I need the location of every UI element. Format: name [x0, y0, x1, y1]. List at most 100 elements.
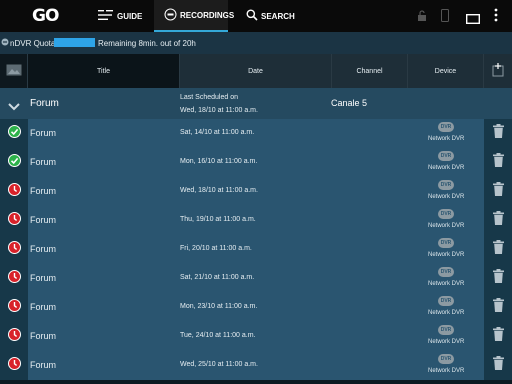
trash-icon — [492, 124, 504, 143]
dvr-icon: DVR — [438, 325, 454, 335]
device-label: Network DVR — [428, 310, 465, 316]
table-row[interactable]: Forum Sat, 21/10 at 11:00 a.m. DVR Netwo… — [0, 264, 512, 293]
recording-date: Mon, 16/10 at 11:00 a.m. — [180, 158, 258, 165]
trash-icon — [492, 240, 504, 259]
nav-recordings[interactable]: RECORDINGS — [154, 0, 234, 32]
row-main: Forum Sat, 14/10 at 11:00 a.m. DVR Netwo… — [28, 119, 484, 148]
lock-open-icon[interactable] — [417, 9, 427, 27]
status-cell — [0, 148, 28, 177]
guide-icon — [98, 9, 117, 23]
clock-icon — [7, 356, 21, 375]
series-group-header[interactable]: Forum Last Scheduled on Wed, 18/10 at 11… — [0, 88, 512, 119]
column-device[interactable]: Device — [408, 54, 484, 88]
nav-guide[interactable]: GUIDE — [98, 0, 142, 32]
recordings-icon — [164, 8, 180, 23]
recording-date: Mon, 23/10 at 11:00 a.m. — [180, 303, 258, 310]
table-row[interactable]: Forum Sat, 14/10 at 11:00 a.m. DVR Netwo… — [0, 119, 512, 148]
recording-title: Forum — [30, 215, 57, 225]
row-main: Forum Mon, 16/10 at 11:00 a.m. DVR Netwo… — [28, 148, 484, 177]
device-label: Network DVR — [428, 136, 465, 142]
table-header: Title Date Channel Device — [0, 54, 512, 88]
delete-button[interactable] — [484, 264, 512, 293]
table-row[interactable]: Forum Thu, 19/10 at 11:00 a.m. DVR Netwo… — [0, 206, 512, 235]
clock-icon — [7, 298, 21, 317]
clock-icon — [7, 240, 21, 259]
trash-icon — [492, 153, 504, 172]
app-logo: GO — [32, 6, 59, 26]
trash-icon — [492, 269, 504, 288]
delete-button[interactable] — [484, 177, 512, 206]
row-main: Forum Fri, 20/10 at 11:00 a.m. DVR Netwo… — [28, 235, 484, 264]
status-cell — [0, 119, 28, 148]
column-date[interactable]: Date — [180, 54, 332, 88]
delete-button[interactable] — [484, 293, 512, 322]
table-row[interactable]: Forum Wed, 25/10 at 11:00 a.m. DVR Netwo… — [0, 351, 512, 380]
dvr-icon: DVR — [438, 122, 454, 132]
delete-button[interactable] — [484, 148, 512, 177]
quota-bar: nDVR Quota: Remaining 8min. out of 20h — [0, 32, 512, 54]
device-icon[interactable] — [441, 9, 449, 27]
delete-button[interactable] — [484, 119, 512, 148]
column-image — [0, 54, 28, 88]
delete-button[interactable] — [484, 206, 512, 235]
column-title[interactable]: Title — [28, 54, 180, 88]
recording-date: Sat, 14/10 at 11:00 a.m. — [180, 129, 255, 136]
dvr-icon: DVR — [438, 209, 454, 219]
delete-button[interactable] — [484, 351, 512, 380]
nav-search[interactable]: SEARCH — [246, 0, 295, 32]
recording-date: Sat, 21/10 at 11:00 a.m. — [180, 274, 255, 281]
dvr-icon: DVR — [438, 180, 454, 190]
recording-date: Tue, 24/10 at 11:00 a.m. — [180, 332, 256, 339]
delete-button[interactable] — [484, 235, 512, 264]
table-row[interactable]: Forum Tue, 24/10 at 11:00 a.m. DVR Netwo… — [0, 322, 512, 351]
recording-title: Forum — [30, 302, 57, 312]
row-main: Forum Wed, 18/10 at 11:00 a.m. DVR Netwo… — [28, 177, 484, 206]
column-channel[interactable]: Channel — [332, 54, 408, 88]
overflow-menu-icon[interactable] — [494, 8, 498, 27]
status-cell — [0, 206, 28, 235]
trash-icon — [492, 298, 504, 317]
row-main: Forum Thu, 19/10 at 11:00 a.m. DVR Netwo… — [28, 206, 484, 235]
recording-title: Forum — [30, 244, 57, 254]
check-icon — [7, 153, 21, 172]
device-label: Network DVR — [428, 281, 465, 287]
recording-title: Forum — [30, 331, 57, 341]
table-row[interactable]: Forum Mon, 23/10 at 11:00 a.m. DVR Netwo… — [0, 293, 512, 322]
device-label: Network DVR — [428, 223, 465, 229]
trash-icon — [492, 182, 504, 201]
chevron-down-icon[interactable] — [8, 98, 20, 116]
clock-icon — [7, 269, 21, 288]
table-row[interactable]: Forum Fri, 20/10 at 11:00 a.m. DVR Netwo… — [0, 235, 512, 264]
check-icon — [7, 124, 21, 143]
dvr-icon: DVR — [438, 354, 454, 364]
add-column-button[interactable] — [484, 54, 512, 88]
delete-button[interactable] — [484, 322, 512, 351]
dvr-icon: DVR — [438, 267, 454, 277]
last-scheduled-label: Last Scheduled on — [180, 94, 238, 101]
last-scheduled-date: Wed, 18/10 at 11:00 a.m. — [180, 107, 258, 114]
nav-guide-label: GUIDE — [117, 11, 143, 21]
status-cell — [0, 264, 28, 293]
nav-search-label: SEARCH — [261, 11, 295, 21]
trash-icon — [492, 327, 504, 346]
search-icon — [246, 9, 261, 23]
last-scheduled: Last Scheduled on Wed, 18/10 at 11:00 a.… — [180, 91, 258, 117]
row-main: Forum Wed, 25/10 at 11:00 a.m. DVR Netwo… — [28, 351, 484, 380]
screen-icon[interactable] — [465, 11, 481, 29]
device-label: Network DVR — [428, 194, 465, 200]
status-cell — [0, 322, 28, 351]
status-cell — [0, 351, 28, 380]
dvr-icon: DVR — [438, 296, 454, 306]
device-label: Network DVR — [428, 368, 465, 374]
column-add-icon — [492, 63, 504, 79]
image-icon — [6, 64, 22, 78]
table-row[interactable]: Forum Mon, 16/10 at 11:00 a.m. DVR Netwo… — [0, 148, 512, 177]
status-cell — [0, 293, 28, 322]
table-row[interactable]: Forum Wed, 18/10 at 11:00 a.m. DVR Netwo… — [0, 177, 512, 206]
recording-title: Forum — [30, 360, 57, 370]
trash-icon — [492, 356, 504, 375]
dvr-icon: DVR — [438, 238, 454, 248]
trash-icon — [492, 211, 504, 230]
status-cell — [0, 235, 28, 264]
nav-recordings-label: RECORDINGS — [180, 10, 235, 20]
